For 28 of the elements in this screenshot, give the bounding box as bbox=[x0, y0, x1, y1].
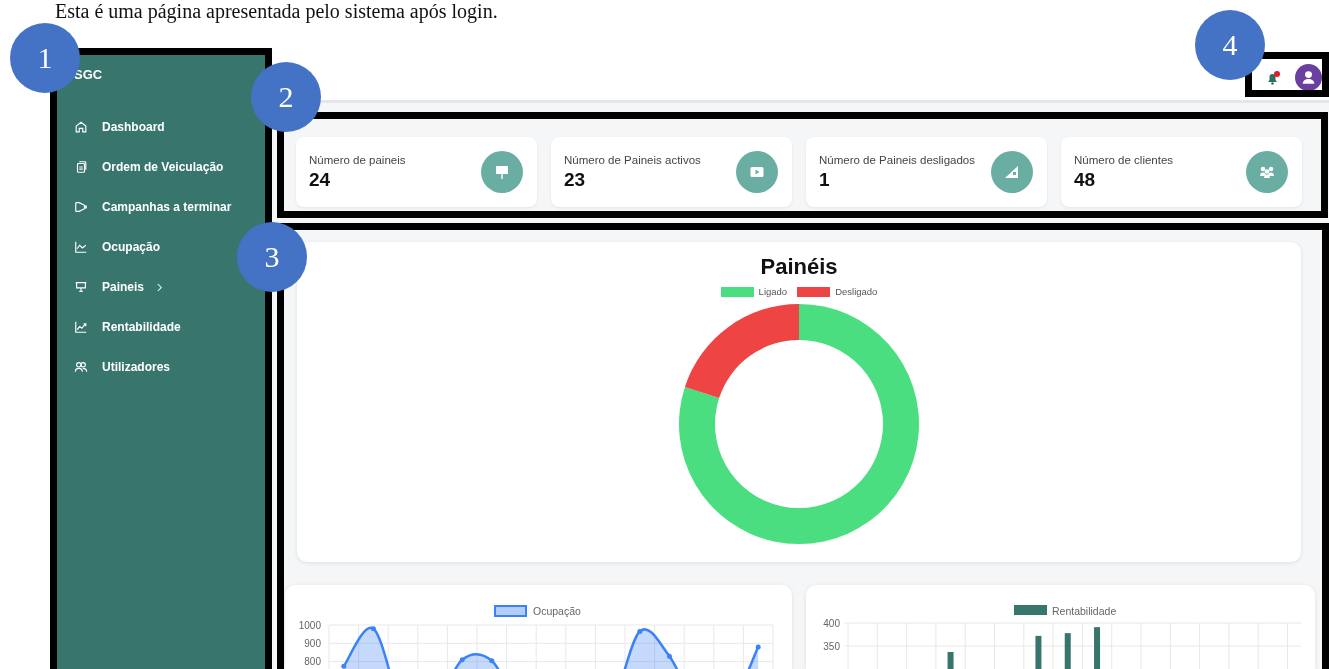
sidebar-item[interactable]: Utilizadores bbox=[74, 347, 170, 387]
legend-item[interactable]: Desligado bbox=[797, 286, 878, 297]
document-caption: Esta é uma página apresentada pelo sistema após login. bbox=[55, 0, 499, 22]
stat-value: 48 bbox=[1074, 168, 1097, 191]
legend-item[interactable]: Ocupação bbox=[494, 605, 581, 617]
sidebar-item[interactable]: Campanhas a terminar bbox=[74, 187, 232, 227]
axis-tick-label: 800 bbox=[304, 656, 321, 668]
axis-tick-label: 900 bbox=[304, 637, 321, 649]
sidebar-item[interactable]: Rentabilidade bbox=[74, 307, 181, 347]
chart-title: Painéis bbox=[760, 254, 838, 280]
axis-tick-label: 400 bbox=[823, 617, 840, 629]
stat-label: Número de Paineis desligados bbox=[819, 153, 975, 166]
stat-label: Número de clientes bbox=[1074, 153, 1174, 166]
stat-label: Número de Paineis activos bbox=[564, 153, 701, 166]
stat-value: 24 bbox=[309, 168, 332, 191]
stat-value: 1 bbox=[819, 168, 831, 191]
stat-value: 23 bbox=[564, 168, 587, 191]
annotation-number: 4 bbox=[1195, 10, 1265, 80]
stat-label: Número de paineis bbox=[309, 153, 406, 166]
legend-label: Rentabilidade bbox=[1052, 604, 1117, 617]
axis-tick-label: 350 bbox=[823, 640, 840, 652]
legend-item[interactable]: Rentabilidade bbox=[1014, 604, 1117, 617]
axis-tick-label: 1000 bbox=[298, 619, 321, 631]
brand-name: SGC bbox=[74, 67, 103, 84]
sidebar-item[interactable]: Ordem de Veiculação bbox=[74, 147, 224, 187]
sidebar-item[interactable]: Dashboard bbox=[74, 107, 165, 147]
sidebar-item[interactable]: Ocupação bbox=[74, 227, 161, 267]
sidebar-item[interactable]: Paineis bbox=[74, 267, 164, 307]
